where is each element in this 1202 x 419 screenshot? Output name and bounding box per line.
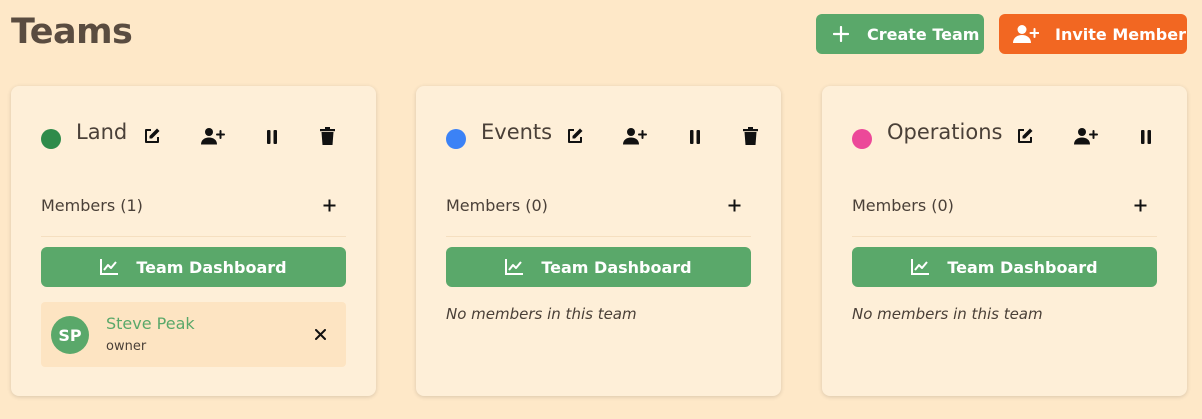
close-icon <box>314 325 326 344</box>
team-name: Operations <box>887 120 1003 144</box>
team-card-events: Events Members (0) Team Dashboard No mem… <box>416 86 781 396</box>
member-role: owner <box>106 339 147 354</box>
edit-icon <box>566 127 584 149</box>
plus-icon <box>831 24 851 44</box>
edit-team-button[interactable] <box>140 126 164 150</box>
trash-icon <box>742 127 758 149</box>
chart-line-icon <box>911 259 930 275</box>
header-actions: Create Team Invite Member <box>816 14 1187 54</box>
avatar: SP <box>51 316 89 354</box>
pause-icon <box>689 129 701 148</box>
members-label: Members (1) <box>41 196 143 215</box>
team-color-dot <box>41 129 61 149</box>
team-dashboard-label: Team Dashboard <box>947 257 1098 277</box>
edit-team-button[interactable] <box>1013 126 1037 150</box>
member-name[interactable]: Steve Peak <box>106 314 195 333</box>
empty-members-text: No members in this team <box>446 305 637 323</box>
team-dashboard-button[interactable]: Team Dashboard <box>446 247 751 287</box>
plus-icon <box>728 197 741 216</box>
team-name: Events <box>481 120 553 144</box>
team-dashboard-label: Team Dashboard <box>541 257 692 277</box>
team-color-dot <box>446 129 466 149</box>
delete-team-button[interactable] <box>315 126 339 150</box>
create-team-label: Create Team <box>867 24 980 44</box>
members-label: Members (0) <box>446 196 548 215</box>
plus-icon <box>323 197 336 216</box>
edit-team-button[interactable] <box>563 126 587 150</box>
invite-member-button[interactable]: Invite Member <box>999 14 1187 54</box>
add-member-to-team-button[interactable] <box>1074 126 1098 150</box>
divider <box>41 236 346 237</box>
pause-team-button[interactable] <box>260 126 284 150</box>
team-dashboard-button[interactable]: Team Dashboard <box>41 247 346 287</box>
team-name: Land <box>76 120 128 144</box>
empty-members-text: No members in this team <box>852 305 1043 323</box>
create-team-button[interactable]: Create Team <box>816 14 984 54</box>
add-member-to-team-button[interactable] <box>623 126 647 150</box>
edit-icon <box>1016 127 1034 149</box>
remove-member-button[interactable] <box>310 324 330 344</box>
team-dashboard-button[interactable]: Team Dashboard <box>852 247 1157 287</box>
add-member-button[interactable] <box>317 194 341 218</box>
invite-member-label: Invite Member <box>1055 24 1186 44</box>
user-plus-icon <box>1013 24 1039 44</box>
divider <box>852 236 1157 237</box>
page-title: Teams <box>11 12 133 52</box>
pause-icon <box>1140 129 1152 148</box>
team-color-dot <box>852 129 872 149</box>
edit-icon <box>143 127 161 149</box>
user-plus-icon <box>623 127 647 149</box>
members-label: Members (0) <box>852 196 954 215</box>
pause-team-button[interactable] <box>683 126 707 150</box>
trash-icon <box>319 127 335 149</box>
user-plus-icon <box>201 127 225 149</box>
chart-line-icon <box>100 259 119 275</box>
divider <box>446 236 751 237</box>
add-member-button[interactable] <box>722 194 746 218</box>
pause-icon <box>266 129 278 148</box>
add-member-button[interactable] <box>1128 194 1152 218</box>
team-card-operations: Operations Members (0) Team Dashboard No… <box>822 86 1187 396</box>
chart-line-icon <box>505 259 524 275</box>
plus-icon <box>1134 197 1147 216</box>
team-dashboard-label: Team Dashboard <box>136 257 287 277</box>
add-member-to-team-button[interactable] <box>201 126 225 150</box>
delete-team-button[interactable] <box>738 126 762 150</box>
team-card-land: Land Members (1) Team Dashboard SP Steve… <box>11 86 376 396</box>
member-row: SP Steve Peak owner <box>41 302 346 367</box>
pause-team-button[interactable] <box>1134 126 1158 150</box>
user-plus-icon <box>1074 127 1098 149</box>
